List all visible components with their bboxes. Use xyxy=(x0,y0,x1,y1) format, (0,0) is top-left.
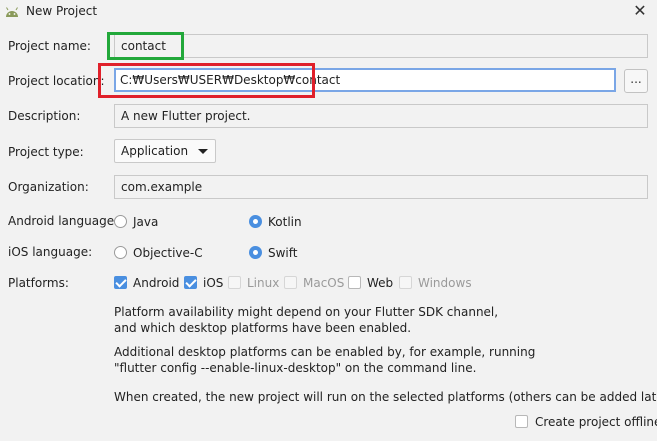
platform-linux-label: Linux xyxy=(247,276,280,290)
android-language-label: Android language: xyxy=(8,214,119,228)
title-bar: New Project ✕ xyxy=(0,0,657,24)
platform-android-label: Android xyxy=(133,276,180,290)
radio-java-label: Java xyxy=(133,215,159,229)
project-name-input[interactable]: contact xyxy=(114,34,648,58)
platform-android-checkbox[interactable] xyxy=(114,276,127,289)
radio-java[interactable] xyxy=(114,215,127,228)
description-label: Description: xyxy=(8,109,81,123)
radio-objective-c-label: Objective-C xyxy=(133,246,203,260)
platform-ios-checkbox[interactable] xyxy=(184,276,197,289)
platform-macos-label: MacOS xyxy=(303,276,345,290)
create-offline-checkbox[interactable] xyxy=(515,415,528,428)
platform-ios-label: iOS xyxy=(203,276,224,290)
info-line-2: and which desktop platforms have been en… xyxy=(114,321,412,335)
info-line-4: "flutter config --enable-linux-desktop" … xyxy=(114,361,477,375)
project-type-select[interactable]: Application xyxy=(114,139,216,163)
project-location-highlight xyxy=(98,63,315,98)
organization-input[interactable]: com.example xyxy=(114,175,648,199)
platforms-label: Platforms: xyxy=(8,276,69,290)
platform-web-checkbox[interactable] xyxy=(348,276,361,289)
info-line-3: Additional desktop platforms can be enab… xyxy=(114,345,536,359)
create-offline-label: Create project offline xyxy=(535,415,657,429)
radio-kotlin[interactable] xyxy=(249,215,262,228)
project-type-label: Project type: xyxy=(8,145,84,159)
browse-button[interactable]: ... xyxy=(624,69,648,93)
platform-macos-checkbox xyxy=(284,276,297,289)
platform-windows-checkbox xyxy=(399,276,412,289)
android-icon xyxy=(6,7,18,17)
info-line-1: Platform availability might depend on yo… xyxy=(114,305,499,319)
platform-linux-checkbox xyxy=(228,276,241,289)
project-location-label: Project location: xyxy=(8,74,105,88)
close-icon[interactable]: ✕ xyxy=(630,1,650,21)
window-title: New Project xyxy=(26,4,98,18)
platform-web-label: Web xyxy=(367,276,394,290)
platform-windows-label: Windows xyxy=(418,276,472,290)
radio-swift-label: Swift xyxy=(268,246,298,260)
description-input[interactable]: A new Flutter project. xyxy=(114,104,648,128)
organization-label: Organization: xyxy=(8,180,89,194)
project-name-label: Project name: xyxy=(8,39,91,53)
radio-swift[interactable] xyxy=(249,246,262,259)
project-type-value: Application xyxy=(121,144,189,158)
project-name-highlight xyxy=(107,32,184,60)
chevron-down-icon xyxy=(198,149,208,154)
info-line-5: When created, the new project will run o… xyxy=(114,390,657,404)
radio-kotlin-label: Kotlin xyxy=(268,215,302,229)
ios-language-label: iOS language: xyxy=(8,245,93,259)
radio-objective-c[interactable] xyxy=(114,246,127,259)
